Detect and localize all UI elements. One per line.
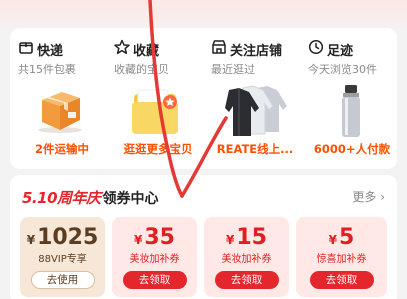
shortcut-subtitle: 收藏的宝贝 (114, 63, 169, 76)
coupon-amount: ¥35 (134, 225, 175, 250)
shortcut-subtitle: 最近逛过 (211, 63, 255, 76)
store-icon (211, 39, 230, 59)
shortcut-footer: 逛逛更多宝贝 (123, 142, 193, 156)
shortcut-favorites[interactable]: 收藏 收藏的宝贝 逛逛更多宝贝 (110, 28, 206, 169)
thermos-bottle-image (338, 84, 364, 142)
star-icon (114, 39, 133, 59)
use-coupon-button[interactable]: 去使用 (30, 271, 95, 289)
claim-coupon-button[interactable]: 去领取 (214, 271, 279, 289)
shortcut-title: 快递 (18, 39, 63, 59)
shortcut-title: 足迹 (308, 39, 353, 59)
shortcut-footer: 2件运输中 (34, 142, 89, 156)
shortcut-footer: 6000+人付款 (313, 142, 391, 156)
shortcut-followed-stores[interactable]: 关注店铺 最近逛过 REATE线上... (207, 28, 303, 169)
coupon-desc: 美妆加补券 (129, 254, 180, 265)
more-link[interactable]: 更多 › (352, 188, 385, 205)
coupon-beauty-35: ¥35 美妆加补券 去领取 (112, 217, 197, 297)
coupon-vip: ¥1025 88VIP专享 去使用 (20, 217, 105, 297)
package-box-icon (18, 39, 37, 59)
coupon-center-header: 5.10周年庆 领券中心 (22, 187, 159, 208)
coupon-desc: 美妆加补券 (221, 254, 272, 265)
shortcuts-card: 快递 共15件包裹 2件运输中 收藏 收藏的宝贝 逛逛更多宝贝 关注店铺 最近逛… (10, 28, 397, 169)
coupon-amount: ¥1025 (26, 225, 99, 250)
favorites-folder-image (124, 84, 188, 142)
top-background (0, 0, 407, 28)
coupon-desc: 惊喜加补券 (316, 254, 367, 265)
shortcut-title: 关注店铺 (211, 39, 282, 59)
coupon-amount: ¥15 (226, 225, 267, 250)
coupon-surprise-5: ¥5 惊喜加补券 去领取 (296, 217, 387, 297)
claim-coupon-button[interactable]: 去领取 (309, 271, 374, 289)
claim-coupon-button[interactable]: 去领取 (122, 271, 187, 289)
jackets-image (217, 80, 293, 142)
coupon-beauty-15: ¥15 美妆加补券 去领取 (204, 217, 289, 297)
shortcut-footer: REATE线上... (216, 142, 294, 156)
coupon-center-card: 5.10周年庆 领券中心 更多 › ¥1025 88VIP专享 去使用 ¥35 … (10, 175, 397, 299)
coupon-amount: ¥5 (328, 225, 355, 250)
shortcut-subtitle: 今天浏览30件 (308, 63, 377, 76)
parcel-image (28, 84, 92, 138)
coupon-center-title: 领券中心 (102, 191, 159, 207)
clock-icon (308, 39, 327, 59)
shortcut-express[interactable]: 快递 共15件包裹 2件运输中 (14, 28, 110, 169)
shortcut-title: 收藏 (114, 39, 159, 59)
anniversary-brand: 5.10周年庆 (22, 189, 101, 207)
shortcut-footprints[interactable]: 足迹 今天浏览30件 6000+人付款 (304, 28, 400, 169)
shortcut-subtitle: 共15件包裹 (18, 63, 76, 76)
coupon-desc: 88VIP专享 (38, 254, 87, 265)
